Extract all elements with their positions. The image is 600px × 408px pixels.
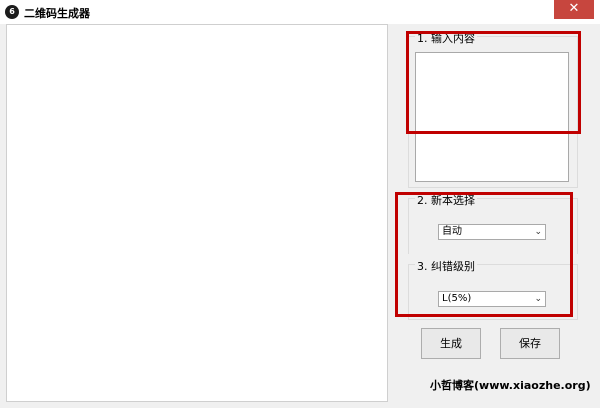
- generate-button[interactable]: 生成: [421, 328, 481, 359]
- qr-preview-area: [6, 24, 388, 402]
- highlight-box-content: [406, 31, 581, 134]
- app-window: 6 二维码生成器 ✕ 1. 输入内容 2. 新本选择 自动 ⌄ 3. 纠错级别 …: [0, 0, 600, 408]
- footer-credit: 小哲博客(www.xiaozhe.org): [430, 379, 591, 392]
- window-title: 二维码生成器: [24, 7, 90, 20]
- save-button[interactable]: 保存: [500, 328, 560, 359]
- title-bar: 6 二维码生成器 ✕: [0, 0, 600, 24]
- app-icon: 6: [5, 5, 19, 19]
- close-icon: ✕: [568, 1, 580, 16]
- close-button[interactable]: ✕: [554, 0, 594, 19]
- highlight-box-options: [395, 192, 573, 317]
